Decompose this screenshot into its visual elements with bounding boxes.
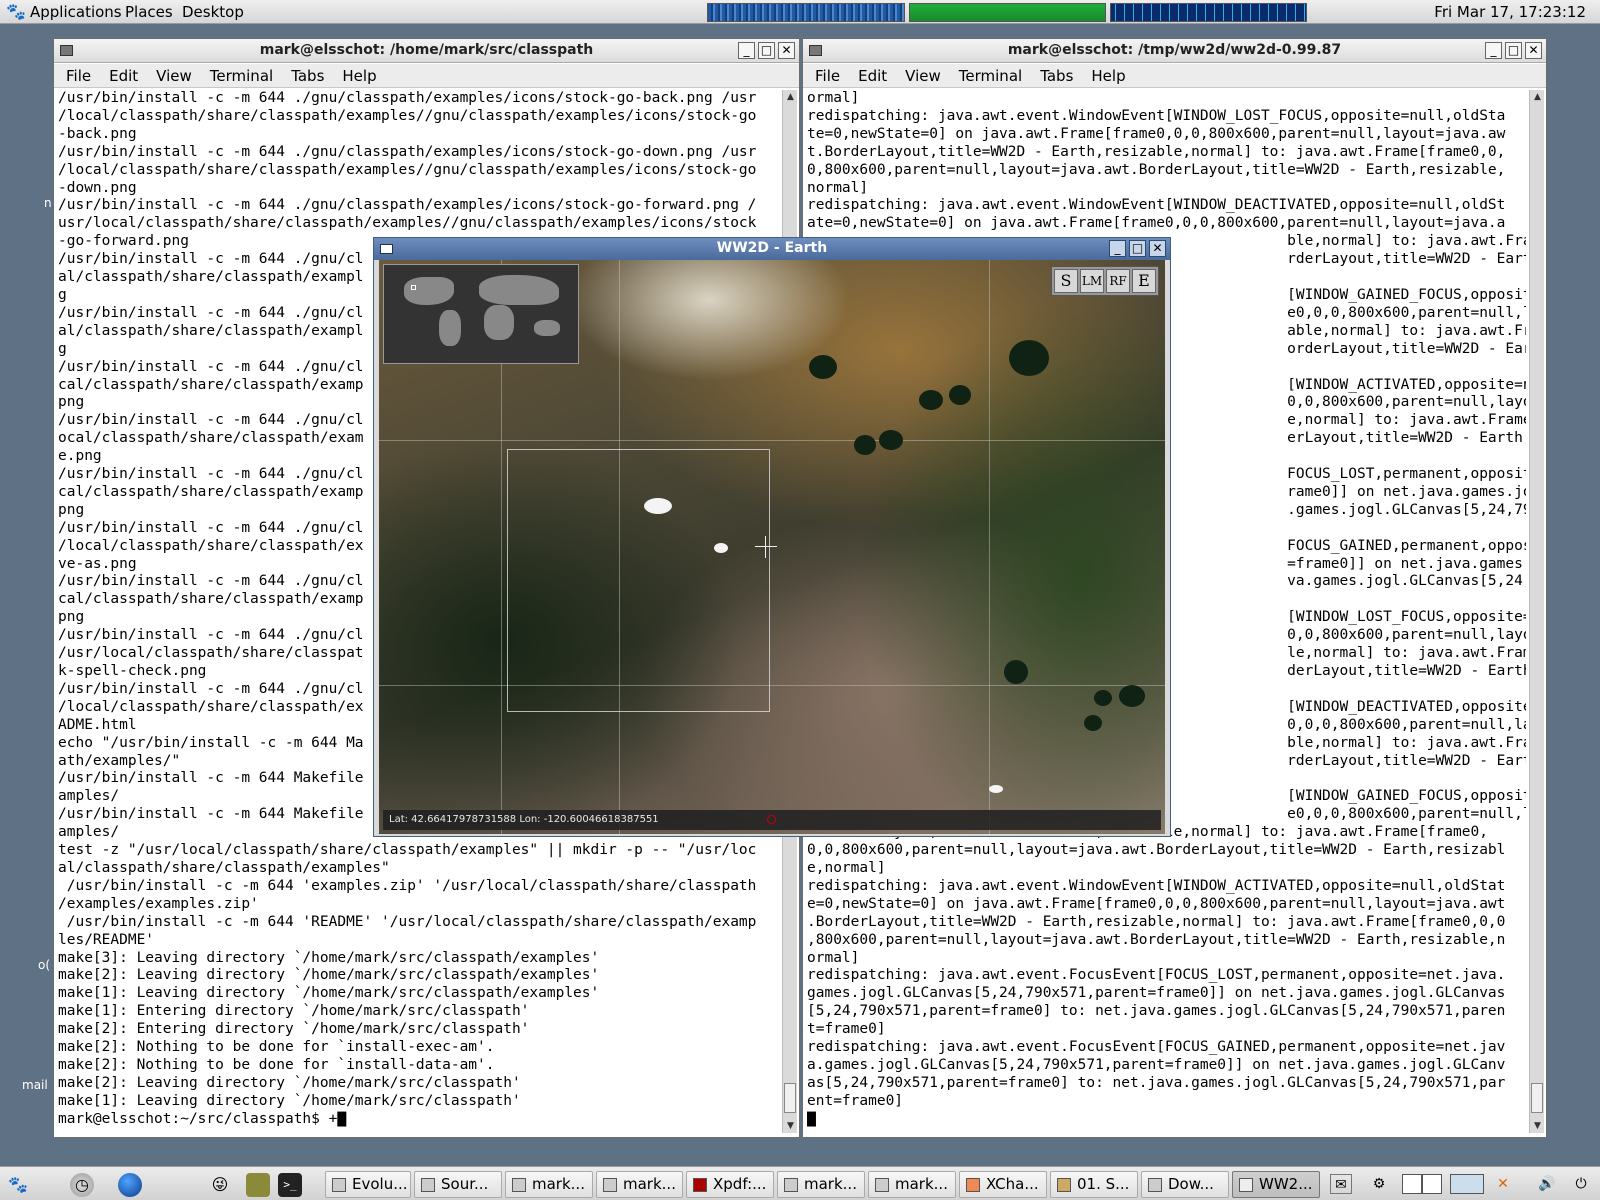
menu-view[interactable]: View [156, 64, 192, 87]
mail-icon [332, 1178, 346, 1192]
menu-file[interactable]: File [815, 64, 840, 87]
scroll-thumb[interactable] [1531, 1083, 1543, 1113]
xchat-icon [966, 1178, 980, 1192]
terminal-icon [784, 1178, 798, 1192]
window-title: WW2D - Earth [716, 240, 828, 256]
scroll-thumb[interactable] [784, 1083, 796, 1113]
terminal-icon [603, 1178, 617, 1192]
top-panel: 🐾 Applications Places Desktop Fri Mar 17… [0, 0, 1600, 24]
workspace-switcher[interactable] [1402, 1174, 1442, 1194]
taskbar-button-downloads[interactable]: Dow... [1141, 1171, 1229, 1198]
titlebar[interactable]: WW2D - Earth _ □ ✕ [374, 238, 1170, 260]
close-button[interactable]: ✕ [1525, 42, 1542, 59]
close-button[interactable]: ✕ [1149, 240, 1166, 257]
clock-launcher-icon[interactable]: ◷ [70, 1173, 94, 1197]
volume-icon[interactable]: 🔊 [1536, 1174, 1558, 1194]
menu-edit[interactable]: Edit [858, 64, 887, 87]
taskbar-button-xpdf[interactable]: Xpdf:... [686, 1171, 774, 1198]
world-overview-minimap[interactable] [383, 264, 579, 364]
menubar: File Edit View Terminal Tabs Help [803, 64, 1546, 88]
crosshair [755, 546, 777, 547]
notes-launcher-icon[interactable] [246, 1173, 270, 1197]
ww2d-earth-window[interactable]: WW2D - Earth _ □ ✕ S LM RF E Lat: 42.664… [373, 237, 1171, 837]
taskbar-button-terminal[interactable]: mark... [777, 1171, 865, 1198]
maximize-button[interactable]: □ [758, 42, 775, 59]
pdf-icon [693, 1178, 707, 1192]
taskbar-button-terminal[interactable]: mark... [596, 1171, 683, 1198]
menu-view[interactable]: View [905, 64, 941, 87]
scroll-down-arrow[interactable]: ▼ [1530, 1119, 1545, 1133]
menu-terminal[interactable]: Terminal [959, 64, 1022, 87]
desktop-icon-label[interactable]: n [44, 196, 52, 210]
layer-button-s[interactable]: S [1054, 269, 1078, 293]
layer-button-lm[interactable]: LM [1080, 269, 1104, 293]
menu-terminal[interactable]: Terminal [210, 64, 273, 87]
crosshair [765, 536, 766, 558]
layer-button-e[interactable]: E [1132, 269, 1156, 293]
menu-file[interactable]: File [66, 64, 91, 87]
gear-tray-icon[interactable]: ⚙ [1368, 1174, 1390, 1194]
menu-help[interactable]: Help [342, 64, 376, 87]
menu-tabs[interactable]: Tabs [1040, 64, 1073, 87]
close-button[interactable]: ✕ [778, 42, 795, 59]
lat-lon-readout: Lat: 42.66417978731588 Lon: -120.6004661… [389, 814, 659, 825]
taskbar-button-terminal[interactable]: mark... [505, 1171, 593, 1198]
gnome-foot-icon[interactable]: 🐾 [6, 1173, 30, 1197]
maximize-button[interactable]: □ [1505, 42, 1522, 59]
taskbar-button-music[interactable]: 01. S... [1050, 1171, 1138, 1198]
menu-edit[interactable]: Edit [109, 64, 138, 87]
menu-tabs[interactable]: Tabs [291, 64, 324, 87]
layer-button-rf[interactable]: RF [1106, 269, 1130, 293]
smiley-launcher-icon[interactable]: 😜 [208, 1173, 232, 1197]
desktop-icon-label[interactable]: o( [38, 958, 50, 972]
earth-map-canvas[interactable]: S LM RF E Lat: 42.66417978731588 Lon: -1… [379, 260, 1165, 834]
music-icon [1057, 1178, 1071, 1192]
layer-toggle-group: S LM RF E [1051, 266, 1159, 296]
terminal-icon [875, 1178, 889, 1192]
minimize-button[interactable]: _ [1485, 42, 1502, 59]
desktop-icon-label-mail[interactable]: mail [22, 1078, 48, 1092]
titlebar[interactable]: mark@elsschot: /tmp/ww2d/ww2d-0.99.87 _ … [803, 39, 1546, 63]
minimize-button[interactable]: _ [1109, 240, 1126, 257]
scrollbar[interactable]: ▲ ▼ [1529, 90, 1544, 1133]
desktop-menu[interactable]: Desktop [182, 3, 244, 21]
zoom-region-box [507, 449, 770, 712]
taskbar-button-evolution[interactable]: Evolu... [325, 1171, 411, 1198]
clock[interactable]: Fri Mar 17, 17:23:12 [1434, 3, 1586, 21]
workspace-switcher-active[interactable] [1450, 1174, 1484, 1194]
browser-globe-icon[interactable] [118, 1173, 142, 1197]
scroll-up-arrow[interactable]: ▲ [783, 90, 798, 104]
close-tray-icon[interactable]: ✕ [1492, 1174, 1514, 1194]
scroll-up-arrow[interactable]: ▲ [1530, 90, 1545, 104]
network-monitor-graph[interactable] [1110, 3, 1307, 22]
menu-help[interactable]: Help [1091, 64, 1125, 87]
minimize-button[interactable]: _ [738, 42, 755, 59]
places-menu[interactable]: Places [125, 3, 173, 21]
titlebar[interactable]: mark@elsschot: /home/mark/src/classpath … [54, 39, 799, 63]
scroll-down-arrow[interactable]: ▼ [783, 1119, 798, 1133]
gear-icon [421, 1178, 435, 1192]
power-icon[interactable]: ⏻ [1570, 1174, 1592, 1194]
window-title: mark@elsschot: /home/mark/src/classpath [259, 42, 594, 58]
memory-monitor-graph[interactable] [909, 3, 1106, 22]
maximize-button[interactable]: □ [1129, 240, 1146, 257]
cpu-monitor-graph[interactable] [707, 3, 905, 22]
taskbar-button-terminal[interactable]: mark... [868, 1171, 956, 1198]
minimap-location-marker [411, 285, 416, 290]
window-title: mark@elsschot: /tmp/ww2d/ww2d-0.99.87 [1007, 42, 1342, 58]
taskbar-button-xchat[interactable]: XCha... [959, 1171, 1047, 1198]
mail-tray-icon[interactable]: ✉ [1330, 1174, 1352, 1194]
taskbar-button-ww2d[interactable]: WW2... [1232, 1171, 1320, 1198]
window-icon [1239, 1178, 1253, 1192]
terminal-icon [512, 1178, 526, 1192]
gnome-foot-icon[interactable]: 🐾 [6, 2, 26, 21]
gear-icon [1148, 1178, 1162, 1192]
bottom-panel: 🐾 ◷ 😜 >_ Evolu... Sour... mark... mark..… [0, 1166, 1600, 1200]
taskbar-button-sources[interactable]: Sour... [414, 1171, 502, 1198]
terminal-launcher-icon[interactable]: >_ [278, 1173, 302, 1197]
menubar: File Edit View Terminal Tabs Help [54, 64, 799, 88]
status-indicator-icon [767, 815, 776, 824]
applications-menu[interactable]: Applications [30, 3, 122, 21]
coordinates-statusbar: Lat: 42.66417978731588 Lon: -120.6004661… [383, 810, 1161, 830]
